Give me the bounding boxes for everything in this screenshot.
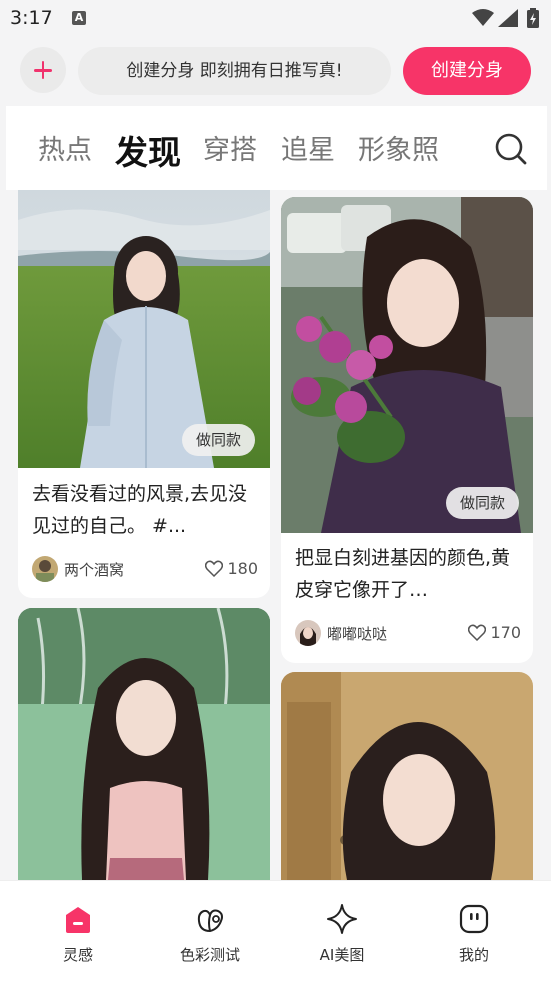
nav-ai-photo[interactable]: AI美图 — [292, 881, 392, 981]
notification-a-icon: A — [72, 11, 86, 25]
tab-outfit[interactable]: 穿搭 — [203, 128, 257, 167]
like-count[interactable]: 180 — [205, 559, 258, 578]
card-title: 把显白刻进基因的颜色,黄皮穿它像开了… — [295, 547, 511, 601]
bottom-navigation: 灵感 色彩测试 AI美图 我的 — [0, 880, 551, 981]
card-photo[interactable] — [18, 608, 270, 880]
nav-profile[interactable]: 我的 — [424, 881, 524, 981]
card-title: 去看没看过的风景,去见没见过的自己。 #... — [32, 483, 248, 537]
feed-card[interactable] — [281, 672, 533, 880]
tab-portrait[interactable]: 形象照 — [358, 128, 439, 167]
make-same-button[interactable]: 做同款 — [446, 487, 520, 519]
tab-discover[interactable]: 发现 — [115, 126, 181, 174]
card-photo[interactable] — [281, 197, 533, 533]
avatar[interactable] — [295, 620, 321, 646]
profile-icon[interactable] — [458, 903, 490, 935]
feed-card[interactable]: 做同款 去看没看过的风景,去见没见过的自己。 #... 两个酒窝 180 — [18, 190, 270, 598]
card-user[interactable]: 嘟嘟哒哒 170 — [295, 620, 521, 646]
like-count-value: 180 — [227, 559, 258, 578]
avatar[interactable] — [32, 556, 58, 582]
username: 两个酒窝 — [64, 561, 125, 579]
add-button[interactable] — [20, 47, 66, 93]
card-user[interactable]: 两个酒窝 180 — [32, 556, 258, 582]
tab-celebrity[interactable]: 追星 — [281, 128, 335, 167]
create-clone-bar: 创建分身 即刻拥有日推写真! 创建分身 — [0, 36, 551, 106]
nav-label: 我的 — [458, 946, 489, 964]
heart-icon[interactable] — [468, 624, 487, 642]
wifi-icon — [472, 9, 494, 26]
nav-color-test[interactable]: 色彩测试 — [160, 881, 260, 981]
card-photo[interactable] — [281, 672, 533, 880]
nav-label: AI美图 — [319, 946, 365, 964]
inspiration-icon[interactable] — [62, 903, 94, 935]
signal-icon — [498, 9, 518, 27]
nav-inspiration[interactable]: 灵感 — [28, 881, 128, 981]
heart-icon[interactable] — [205, 560, 224, 578]
battery-icon — [527, 8, 539, 28]
create-clone-button[interactable]: 创建分身 — [403, 47, 531, 95]
palette-icon[interactable] — [194, 903, 226, 935]
status-bar: 3:17 A — [0, 0, 551, 36]
nav-label: 灵感 — [62, 946, 93, 964]
nav-label: 色彩测试 — [179, 946, 240, 964]
category-tabs: 热点 发现 穿搭 追星 形象照 — [6, 106, 547, 190]
username: 嘟嘟哒哒 — [327, 625, 388, 643]
clock: 3:17 — [10, 7, 53, 29]
feed-card[interactable]: 做同款 把显白刻进基因的颜色,黄皮穿它像开了… 嘟嘟哒哒 170 — [281, 197, 533, 663]
like-count-value: 170 — [490, 623, 521, 642]
tab-hot[interactable]: 热点 — [38, 128, 92, 167]
make-same-button[interactable]: 做同款 — [182, 424, 256, 456]
like-count[interactable]: 170 — [468, 623, 521, 642]
clone-banner-text[interactable]: 创建分身 即刻拥有日推写真! — [78, 47, 391, 95]
search-icon[interactable] — [494, 132, 528, 166]
sparkle-icon[interactable] — [326, 903, 358, 935]
feed-card[interactable] — [18, 608, 270, 880]
